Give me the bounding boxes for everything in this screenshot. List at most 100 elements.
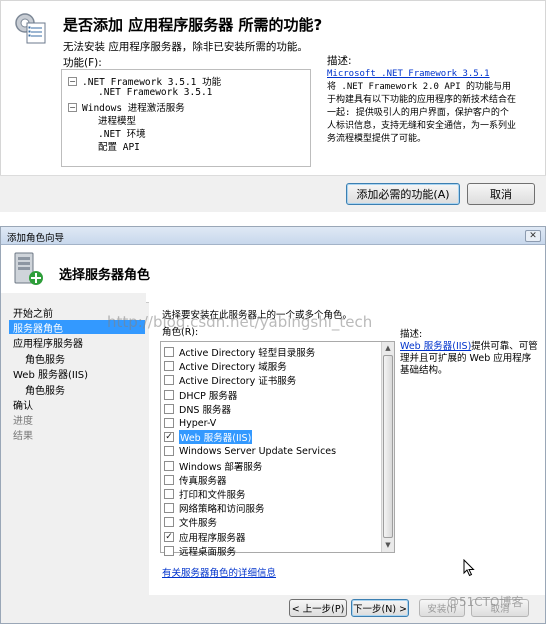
role-checkbox[interactable] xyxy=(164,389,174,400)
wizard-step-item[interactable]: Web 服务器(IIS) xyxy=(13,366,88,381)
mouse-cursor-icon xyxy=(463,558,475,577)
features-wizard-icon xyxy=(13,11,49,47)
role-list-item[interactable]: 打印和文件服务 xyxy=(164,487,246,501)
dialog-footer: 添加必需的功能(A) 取消 xyxy=(0,175,546,212)
scroll-up-icon[interactable]: ▲ xyxy=(382,342,394,354)
scrollbar-thumb[interactable] xyxy=(383,355,393,538)
role-list-item[interactable]: 网络策略和访问服务 xyxy=(164,501,265,515)
wizard-step-item: 结果 xyxy=(13,431,33,442)
wizard-content: 选择要安装在此服务器上的一个或多个角色。 角色(R): Active Direc… xyxy=(149,293,545,595)
feature-tree-label: .NET 环境 xyxy=(98,129,146,140)
wizard-steps-nav: 开始之前 服务器角色 应用程序服务器 角色服务 Web 服务器(IIS) 角色服务 确认 进度… xyxy=(1,293,146,595)
features-label: 功能(F): xyxy=(63,57,102,69)
role-description-link[interactable]: Web 服务器(IIS) xyxy=(400,341,471,352)
role-label: DNS 服务器 xyxy=(179,404,231,416)
role-list-item[interactable]: 文件服务 xyxy=(164,515,217,529)
role-label: Windows 部署服务 xyxy=(179,461,263,473)
role-list-item[interactable]: ✓ 应用程序服务器 xyxy=(164,530,246,544)
role-list-item[interactable]: Active Directory 域服务 xyxy=(164,359,287,373)
role-checkbox[interactable] xyxy=(164,545,174,556)
role-label: Active Directory 证书服务 xyxy=(179,376,297,388)
feature-tree-label: 配置 API xyxy=(98,142,140,153)
roles-list[interactable]: Active Directory 轻型目录服务 Active Directory … xyxy=(160,341,395,558)
site-watermark: @51CTO博客 xyxy=(447,595,524,609)
feature-tree-item[interactable]: − .NET Framework 3.5.1 功能 xyxy=(68,74,221,88)
role-checkbox[interactable] xyxy=(164,361,174,372)
description-link[interactable]: Microsoft .NET Framework 3.5.1 xyxy=(327,69,490,79)
feature-tree-label: .NET Framework 3.5.1 xyxy=(98,87,213,98)
role-list-item[interactable]: Windows 部署服务 xyxy=(164,459,262,473)
role-list-item[interactable]: DHCP 服务器 xyxy=(164,388,237,402)
wizard-step-item[interactable]: 开始之前 xyxy=(13,305,53,320)
wizard-step-item[interactable]: 确认 xyxy=(13,397,33,412)
wizard-step-item[interactable]: 角色服务 xyxy=(25,382,65,397)
role-checkbox[interactable] xyxy=(164,503,174,514)
collapse-toggle-icon[interactable]: − xyxy=(68,76,77,86)
roles-scrollbar[interactable]: ▲ ▼ xyxy=(381,342,394,552)
role-checkbox[interactable] xyxy=(164,375,174,386)
role-label: 文件服务 xyxy=(179,518,218,530)
role-label: DHCP 服务器 xyxy=(179,390,238,402)
feature-tree-item[interactable]: − Windows 进程激活服务 xyxy=(68,100,185,114)
description-label: 描述: xyxy=(327,55,352,67)
feature-tree-label: Windows 进程激活服务 xyxy=(82,103,185,114)
url-watermark: http://blog.csdn.net/yabingshi_tech xyxy=(107,313,373,331)
role-checkbox-checked[interactable]: ✓ xyxy=(164,531,174,542)
role-list-item[interactable]: Active Directory 证书服务 xyxy=(164,373,296,387)
dialog-subtitle: 无法安装 应用程序服务器，除非已安装所需的功能。 xyxy=(63,41,308,53)
more-info-link[interactable]: 有关服务器角色的详细信息 xyxy=(162,565,276,579)
feature-tree-item[interactable]: 配置 API xyxy=(98,139,140,153)
wizard-step-item: 进度 xyxy=(13,416,33,427)
role-label: 应用程序服务器 xyxy=(179,532,246,544)
add-roles-wizard: 添加角色向导 ✕ 选择服务器角色 开始之前 服务器角色 应用程序服务器 角色服务 Web… xyxy=(0,226,546,624)
feature-tree-label: 进程模型 xyxy=(98,116,137,127)
role-label: Windows Server Update Services xyxy=(179,445,337,457)
wizard-titlebar: 添加角色向导 ✕ xyxy=(1,227,545,245)
screenshot-gap xyxy=(0,212,546,226)
description-text: 将 .NET Framework 2.0 API 的功能与用于构建具有以下功能的… xyxy=(327,82,517,144)
role-list-item[interactable]: Active Directory 轻型目录服务 xyxy=(164,345,315,359)
role-label: Hyper-V xyxy=(179,417,217,429)
server-roles-icon xyxy=(11,251,45,287)
role-label: Active Directory 域服务 xyxy=(179,362,287,374)
role-description-label: 描述: xyxy=(400,329,423,340)
role-list-item[interactable]: 传真服务器 xyxy=(164,473,227,487)
dialog-title: 是否添加 应用程序服务器 所需的功能? xyxy=(63,16,323,34)
role-label: 远程桌面服务 xyxy=(179,546,237,558)
role-label: 传真服务器 xyxy=(179,475,227,487)
collapse-toggle-icon[interactable]: − xyxy=(68,102,77,112)
feature-tree-item[interactable]: .NET Framework 3.5.1 xyxy=(98,87,212,98)
close-icon[interactable]: ✕ xyxy=(525,230,541,242)
role-list-item[interactable]: DNS 服务器 xyxy=(164,402,231,416)
role-checkbox[interactable] xyxy=(164,460,174,471)
wizard-step-item[interactable]: 应用程序服务器 xyxy=(13,335,83,350)
role-checkbox[interactable] xyxy=(164,474,174,485)
scroll-down-icon[interactable]: ▼ xyxy=(382,539,394,551)
role-checkbox[interactable] xyxy=(164,347,174,357)
wizard-page-title: 选择服务器角色 xyxy=(59,268,151,283)
feature-tree-item[interactable]: 进程模型 xyxy=(98,113,136,127)
features-tree[interactable]: − .NET Framework 3.5.1 功能 .NET Framework 3… xyxy=(61,69,311,167)
role-checkbox[interactable] xyxy=(164,418,174,428)
wizard-step-item[interactable]: 角色服务 xyxy=(25,351,65,366)
feature-tree-label: .NET Framework 3.5.1 功能 xyxy=(82,77,222,88)
add-required-features-button[interactable]: 添加必需的功能(A) xyxy=(346,183,460,205)
role-description: Web 服务器(IIS)提供可靠、可管理并且可扩展的 Web 应用程序基础结构。 xyxy=(400,341,540,377)
role-checkbox[interactable] xyxy=(164,517,174,528)
role-list-item[interactable]: Windows Server Update Services xyxy=(164,444,336,458)
previous-button[interactable]: < 上一步(P) xyxy=(289,599,347,617)
cancel-button[interactable]: 取消 xyxy=(467,183,535,205)
role-checkbox[interactable] xyxy=(164,446,174,457)
role-list-item[interactable]: Hyper-V xyxy=(164,416,216,430)
role-list-item[interactable]: ✓ Web 服务器(IIS) xyxy=(164,430,253,445)
role-checkbox[interactable] xyxy=(164,489,174,499)
role-checkbox[interactable] xyxy=(164,403,174,414)
role-label: 打印和文件服务 xyxy=(179,490,246,501)
wizard-window-title: 添加角色向导 xyxy=(7,233,65,244)
feature-tree-item[interactable]: .NET 环境 xyxy=(98,126,146,140)
next-button[interactable]: 下一步(N) > xyxy=(351,599,409,617)
role-label: Web 服务器(IIS) xyxy=(179,430,253,445)
role-label: Active Directory 轻型目录服务 xyxy=(179,348,316,359)
role-list-item[interactable]: 远程桌面服务 xyxy=(164,544,236,558)
role-checkbox-checked[interactable]: ✓ xyxy=(164,432,174,443)
